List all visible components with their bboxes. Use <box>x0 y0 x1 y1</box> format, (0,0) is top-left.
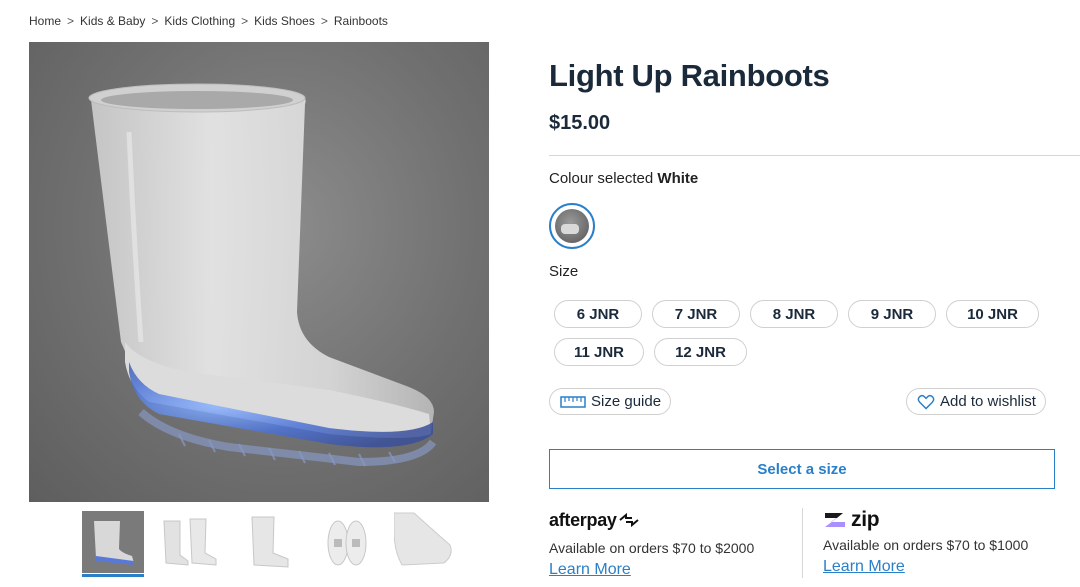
colour-selected-value: White <box>657 170 699 187</box>
breadcrumb-kids-clothing[interactable]: Kids Clothing <box>164 14 235 28</box>
thumbnail-image <box>316 511 378 573</box>
product-main-image[interactable] <box>29 42 489 502</box>
product-price: $15.00 <box>549 112 611 134</box>
breadcrumb-kids-baby[interactable]: Kids & Baby <box>80 14 145 28</box>
size-options: 6 JNR 7 JNR 8 JNR 9 JNR 10 JNR 11 JNR 12… <box>554 300 1054 366</box>
size-option-8-jnr[interactable]: 8 JNR <box>750 300 838 328</box>
afterpay-text: Available on orders $70 to $2000 <box>549 540 755 556</box>
product-title: Light Up Rainboots <box>549 58 830 93</box>
thumbnail-strip <box>82 511 456 577</box>
size-option-9-jnr[interactable]: 9 JNR <box>848 300 936 328</box>
rainboot-illustration <box>88 83 437 467</box>
colour-label-text: Colour selected <box>549 170 654 187</box>
thumbnail-image <box>82 511 144 573</box>
thumbnail-4[interactable] <box>316 511 378 573</box>
size-label: Size <box>549 263 579 280</box>
afterpay-info: afterpay Available on orders $70 to $200… <box>549 508 754 579</box>
divider <box>549 155 1080 156</box>
breadcrumb-rainboots[interactable]: Rainboots <box>334 14 388 28</box>
thumbnail-image <box>394 511 456 573</box>
ruler-icon <box>560 395 586 409</box>
afterpay-learn-more-link[interactable]: Learn More <box>549 561 631 579</box>
zip-text: Available on orders $70 to $1000 <box>823 537 1029 553</box>
thumbnail-image <box>160 511 222 573</box>
afterpay-logo: afterpay <box>549 508 754 532</box>
breadcrumb-separator: > <box>320 14 328 28</box>
payment-divider <box>802 508 803 578</box>
breadcrumb-home[interactable]: Home <box>29 14 61 28</box>
breadcrumb-separator: > <box>241 14 249 28</box>
size-option-12-jnr[interactable]: 12 JNR <box>654 338 747 366</box>
size-option-10-jnr[interactable]: 10 JNR <box>946 300 1039 328</box>
size-option-6-jnr[interactable]: 6 JNR <box>554 300 642 328</box>
thumbnail-image <box>238 511 300 573</box>
thumbnail-2[interactable] <box>160 511 222 573</box>
heart-icon <box>917 394 935 410</box>
zip-logo-text: zip <box>851 508 880 531</box>
thumbnail-3[interactable] <box>238 511 300 573</box>
zip-logo-icon <box>825 513 845 527</box>
afterpay-arrows-icon <box>619 513 639 527</box>
zip-info: zip Available on orders $70 to $1000 Lea… <box>823 508 1028 576</box>
zip-logo: zip <box>823 508 1028 532</box>
afterpay-logo-text: afterpay <box>549 509 617 530</box>
size-guide-button[interactable]: Size guide <box>549 388 672 415</box>
add-to-wishlist-button[interactable]: Add to wishlist <box>906 388 1046 415</box>
breadcrumb-separator: > <box>151 14 159 28</box>
breadcrumb: Home > Kids & Baby > Kids Clothing > Kid… <box>29 14 388 28</box>
zip-learn-more-link[interactable]: Learn More <box>823 558 905 576</box>
size-guide-label: Size guide <box>591 393 662 410</box>
breadcrumb-kids-shoes[interactable]: Kids Shoes <box>254 14 315 28</box>
wishlist-label: Add to wishlist <box>940 393 1036 410</box>
thumbnail-5[interactable] <box>394 511 456 573</box>
colour-selected-label: Colour selected White <box>549 170 698 187</box>
select-size-button[interactable]: Select a size <box>549 449 1055 489</box>
size-option-7-jnr[interactable]: 7 JNR <box>652 300 740 328</box>
colour-swatch-white[interactable] <box>549 203 595 249</box>
breadcrumb-separator: > <box>67 14 75 28</box>
swatch-image <box>555 209 589 243</box>
size-option-11-jnr[interactable]: 11 JNR <box>554 338 644 366</box>
thumbnail-1[interactable] <box>82 511 144 577</box>
